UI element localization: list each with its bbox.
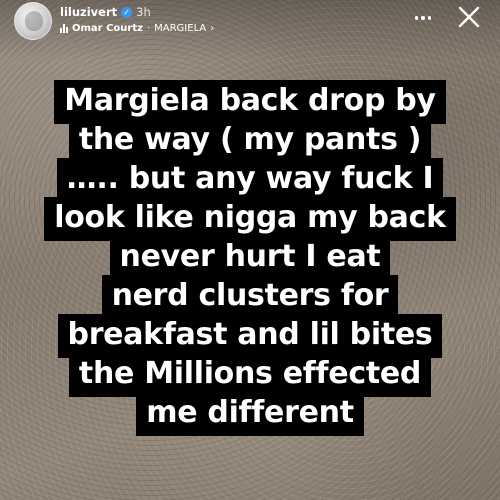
story-viewer[interactable]: liluzivert ✓ 3h Omar Courtz · MARGIELA › (0, 0, 500, 500)
music-artist: Omar Courtz (72, 22, 143, 34)
caption-line: breakfast and lil bites (57, 314, 443, 358)
username[interactable]: liluzivert (60, 5, 117, 19)
caption-line: me different (136, 392, 364, 436)
close-button[interactable] (456, 4, 482, 30)
story-caption: Margiela back drop by the way ( my pants… (0, 80, 500, 436)
caption-line: the Millions effected (68, 353, 432, 397)
caption-line: nerd clusters for (101, 275, 399, 319)
verified-badge-icon: ✓ (121, 6, 133, 18)
music-track: MARGIELA (154, 22, 207, 34)
user-line: liluzivert ✓ 3h (60, 4, 151, 20)
caption-line: ….. but any way fuck I (56, 158, 444, 202)
chevron-right-icon: › (210, 22, 215, 34)
caption-line: never hurt I eat (109, 236, 391, 280)
music-bars-icon (60, 23, 68, 33)
caption-line: Margiela back drop by (54, 80, 446, 124)
caption-line: look like nigga my back (44, 197, 456, 241)
timestamp: 3h (136, 5, 151, 19)
story-header: liluzivert ✓ 3h Omar Courtz · MARGIELA › (14, 2, 486, 42)
music-separator: · (146, 22, 151, 34)
more-options-button[interactable] (410, 8, 436, 28)
close-icon (458, 6, 480, 28)
more-horizontal-icon (414, 16, 419, 20)
avatar[interactable] (14, 2, 52, 40)
caption-line: the way ( my pants ) (68, 119, 432, 163)
music-attribution[interactable]: Omar Courtz · MARGIELA › (60, 21, 214, 35)
